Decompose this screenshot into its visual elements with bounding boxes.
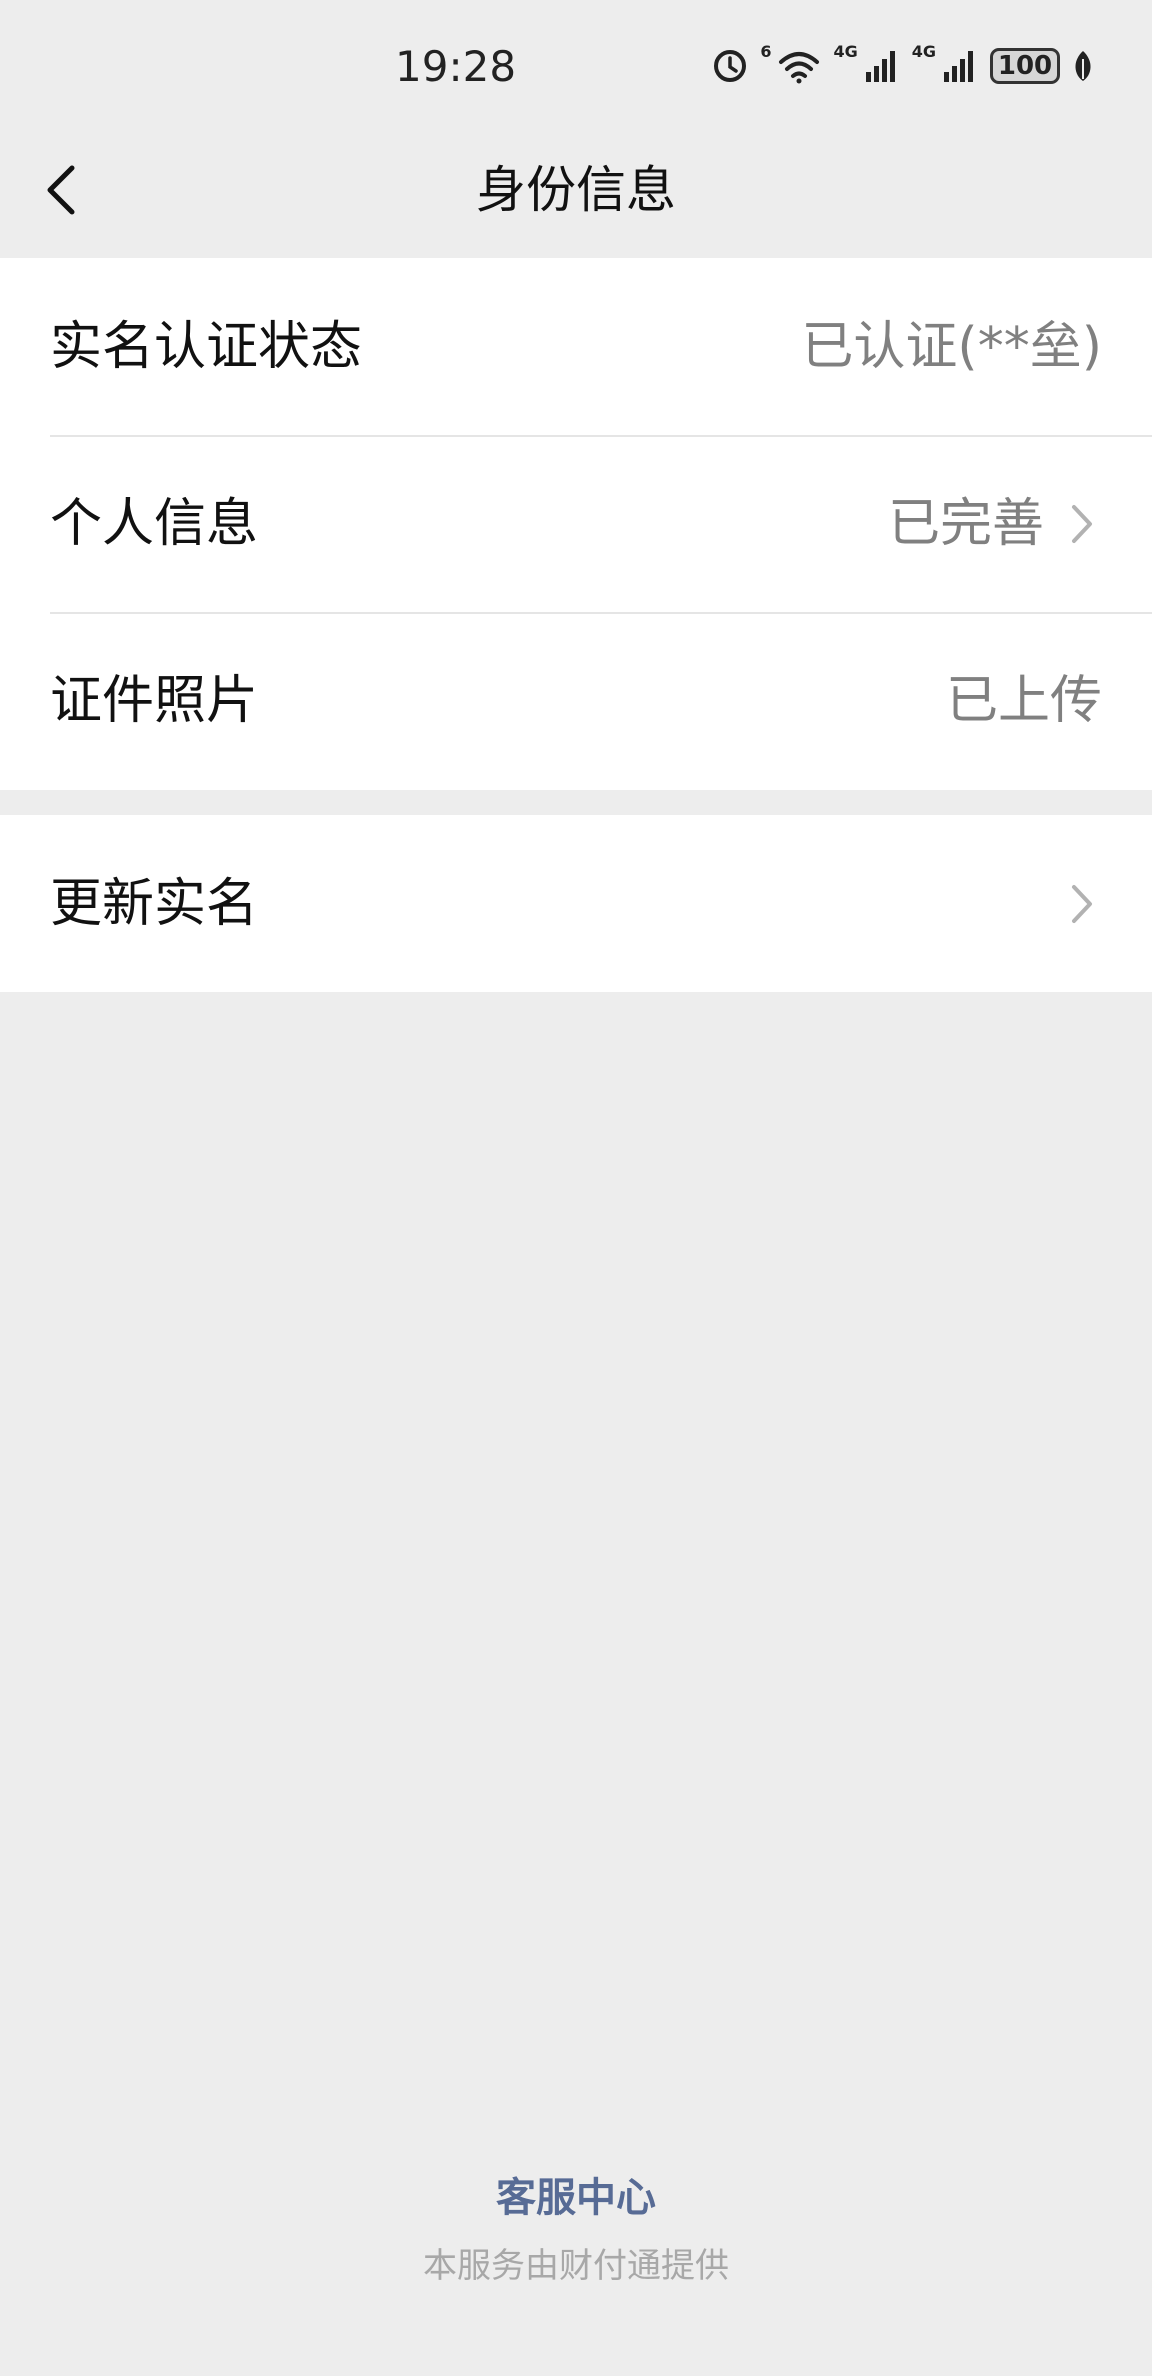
- update-real-name-label: 更新实名: [50, 873, 259, 934]
- service-provider-note: 本服务由财付通提供: [423, 2246, 729, 2286]
- battery-indicator: 100: [990, 48, 1060, 84]
- network-2-label: 4G: [911, 42, 936, 61]
- identity-info-group: 实名认证状态 已认证(**垒) 个人信息 已完善 证件照片 已上传: [0, 258, 1152, 790]
- leaf-icon: [1072, 49, 1094, 83]
- id-photo-row: 证件照片 已上传: [0, 612, 1152, 789]
- network-1-label: 4G: [833, 42, 858, 61]
- verification-status-row: 实名认证状态 已认证(**垒): [0, 258, 1152, 435]
- status-bar: 19:28 6 4G 4G 100: [0, 0, 1152, 130]
- personal-info-row[interactable]: 个人信息 已完善: [0, 435, 1152, 612]
- status-icons: 6 4G 4G 100: [712, 44, 1094, 88]
- chevron-right-icon: [1062, 494, 1102, 554]
- signal-1-icon: [864, 48, 900, 84]
- personal-info-label: 个人信息: [50, 493, 259, 554]
- update-group: 更新实名: [0, 815, 1152, 992]
- verification-status-label: 实名认证状态: [50, 316, 363, 377]
- personal-info-value: 已完善: [887, 493, 1044, 554]
- update-real-name-row[interactable]: 更新实名: [0, 815, 1152, 992]
- customer-service-link[interactable]: 客服中心: [496, 2172, 656, 2224]
- footer: 客服中心 本服务由财付通提供: [0, 2172, 1152, 2288]
- chevron-right-icon: [1062, 874, 1102, 934]
- wifi-icon: [777, 48, 821, 84]
- id-photo-value: 已上传: [945, 670, 1102, 731]
- id-photo-label: 证件照片: [50, 670, 259, 731]
- status-time: 19:28: [395, 42, 517, 91]
- alarm-icon: [712, 48, 748, 84]
- wifi-label: 6: [760, 42, 772, 61]
- verification-status-value: 已认证(**垒): [801, 316, 1102, 377]
- page-title: 身份信息: [476, 161, 676, 219]
- signal-2-icon: [942, 48, 978, 84]
